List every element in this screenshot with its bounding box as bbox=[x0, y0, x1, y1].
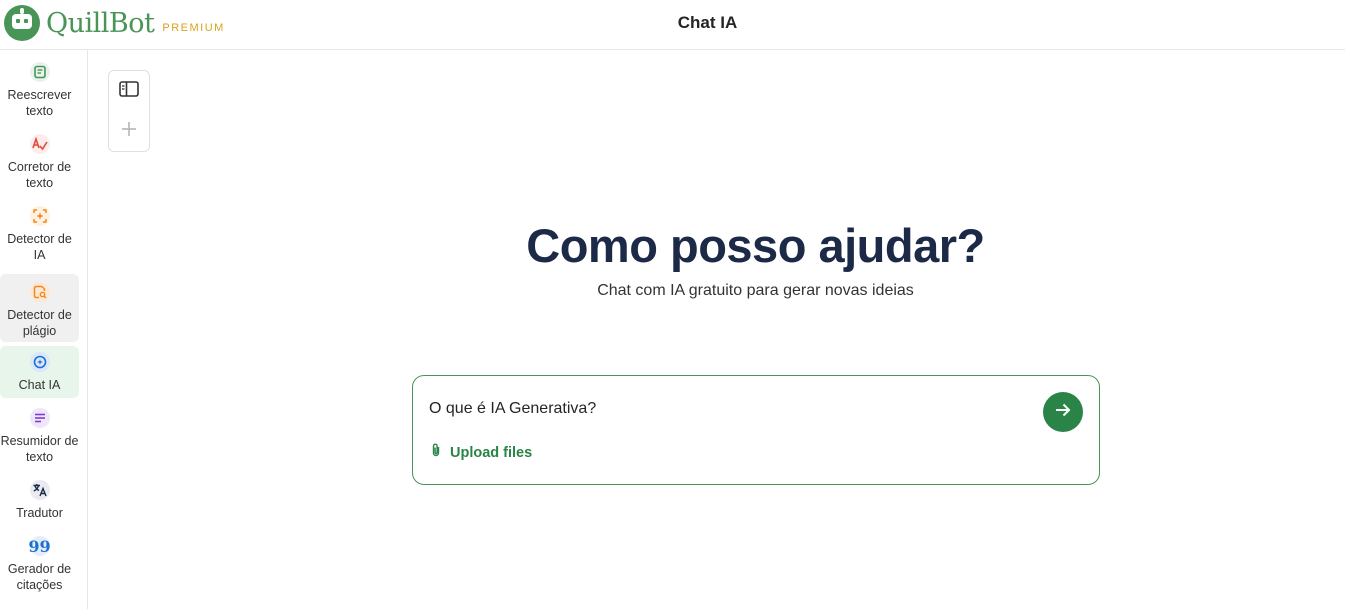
chat-toolbar bbox=[108, 70, 150, 152]
citation-icon: 99 bbox=[28, 536, 51, 556]
sidebar-item-grammar[interactable]: Corretor de texto bbox=[0, 134, 79, 196]
summarizer-icon bbox=[29, 408, 50, 428]
top-header: QuillBot PREMIUM Chat IA bbox=[0, 0, 1345, 50]
sidebar-item-label: Resumidor de texto bbox=[0, 434, 79, 464]
ai-chat-icon bbox=[29, 352, 50, 372]
tool-sidebar: Reescrever texto Corretor de texto Detec… bbox=[0, 50, 88, 609]
sidebar-item-citation[interactable]: 99 Gerador de citações bbox=[0, 536, 79, 598]
chat-composer: Upload files bbox=[412, 375, 1100, 485]
chat-input[interactable] bbox=[429, 400, 1029, 418]
plus-icon bbox=[121, 121, 137, 142]
sidebar-toggle-icon bbox=[119, 80, 139, 102]
main-heading: Como posso ajudar? bbox=[526, 219, 985, 272]
sidebar-toggle-button[interactable] bbox=[109, 71, 149, 111]
main-subheading: Chat com IA gratuito para gerar novas id… bbox=[597, 282, 914, 299]
rewrite-icon bbox=[29, 62, 50, 82]
translate-icon bbox=[29, 480, 50, 500]
sidebar-item-summarizer[interactable]: Resumidor de texto bbox=[0, 408, 79, 470]
new-chat-button[interactable] bbox=[109, 111, 149, 151]
grammar-check-icon bbox=[29, 134, 50, 154]
upload-files-label: Upload files bbox=[450, 444, 533, 461]
sidebar-item-label: Corretor de texto bbox=[7, 160, 72, 190]
plagiarism-icon bbox=[29, 282, 50, 302]
sidebar-item-ai-chat[interactable]: Chat IA bbox=[0, 346, 79, 398]
sidebar-item-label: Detector de plágio bbox=[7, 308, 72, 338]
send-button[interactable] bbox=[1043, 392, 1083, 432]
sidebar-item-translator[interactable]: Tradutor bbox=[0, 480, 79, 528]
sidebar-item-label: Gerador de citações bbox=[7, 562, 72, 592]
paperclip-icon bbox=[431, 442, 441, 463]
sidebar-item-label: Chat IA bbox=[18, 378, 61, 392]
sidebar-item-ai-detector[interactable]: Detector de IA bbox=[0, 206, 79, 268]
page-title: Chat IA bbox=[677, 13, 738, 32]
upload-files-button[interactable]: Upload files bbox=[431, 442, 532, 463]
sidebar-item-label: Tradutor bbox=[16, 506, 63, 520]
arrow-right-icon bbox=[1054, 401, 1072, 424]
ai-detector-icon bbox=[29, 206, 50, 226]
sidebar-item-rewrite[interactable]: Reescrever texto bbox=[0, 62, 79, 124]
sidebar-item-label: Detector de IA bbox=[7, 232, 72, 262]
sidebar-item-plagiarism[interactable]: Detector de plágio bbox=[0, 274, 79, 342]
sidebar-item-label: Reescrever texto bbox=[7, 88, 72, 118]
